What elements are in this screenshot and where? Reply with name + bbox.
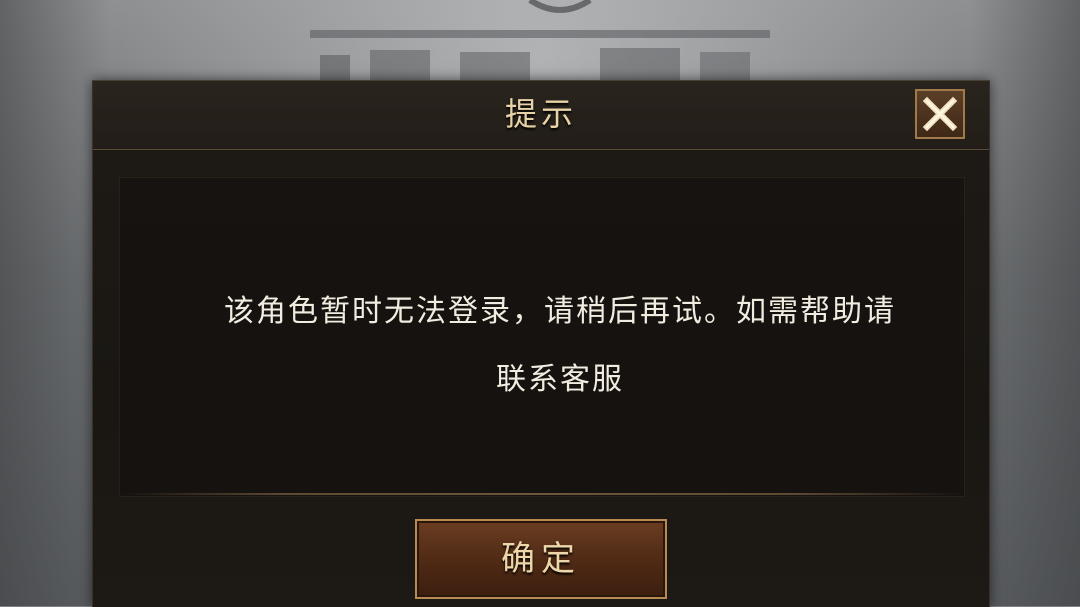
confirm-button-label: 确定 [501, 539, 581, 579]
confirm-button[interactable]: 确定 [415, 519, 667, 599]
dialog-message: 该角色暂时无法登录，请稍后再试。如需帮助请 联系客服 [160, 178, 960, 496]
alert-dialog: 提示 该角色暂时无法登录，请稍后再试。如需帮助请 联系客服 确定 [92, 80, 990, 607]
dialog-title: 提示 [504, 95, 577, 133]
message-line-1: 该角色暂时无法登录，请稍后再试。如需帮助请 [224, 294, 896, 329]
footer-divider [119, 493, 963, 495]
dialog-header: 提示 [93, 81, 989, 150]
message-line-2: 联系客服 [496, 362, 624, 397]
close-x-icon [922, 96, 958, 132]
close-button[interactable] [915, 89, 965, 139]
message-panel: 该角色暂时无法登录，请稍后再试。如需帮助请 联系客服 [119, 177, 965, 497]
